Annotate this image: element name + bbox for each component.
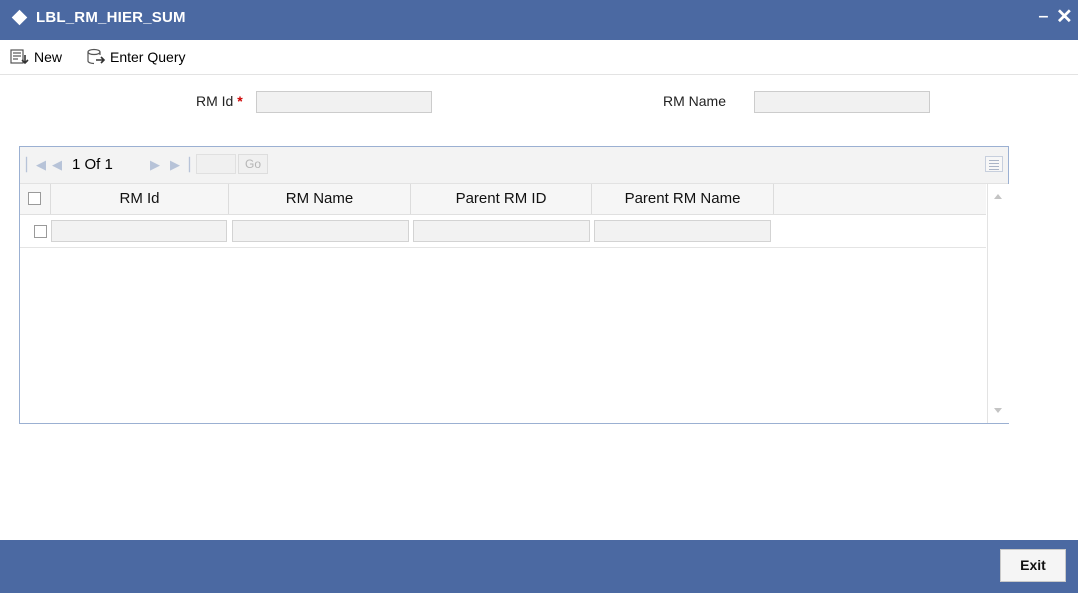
- new-button[interactable]: New: [10, 47, 62, 67]
- enter-query-label: Enter Query: [110, 49, 186, 65]
- scroll-down-icon[interactable]: [994, 408, 1002, 413]
- rm-name-label: RM Name: [663, 93, 727, 109]
- rm-id-input[interactable]: [256, 91, 432, 113]
- rm-id-cell[interactable]: [51, 220, 227, 242]
- new-record-icon: [10, 49, 29, 65]
- enter-query-icon: [87, 48, 106, 65]
- vertical-scrollbar[interactable]: [987, 184, 1009, 423]
- column-header-parent-rm-id[interactable]: Parent RM ID: [411, 184, 592, 214]
- next-page-icon[interactable]: ▶: [150, 157, 160, 173]
- pager: ▏◀ ◀ 1 Of 1 ▶ ▶▕ Go: [20, 147, 1008, 184]
- last-page-icon[interactable]: ▶▕: [170, 157, 190, 173]
- table-row: [20, 215, 986, 248]
- rm-name-input[interactable]: [754, 91, 930, 113]
- go-button[interactable]: Go: [238, 154, 268, 174]
- required-marker: *: [237, 93, 243, 109]
- diamond-icon: [11, 9, 28, 26]
- window-title: LBL_RM_HIER_SUM: [36, 9, 186, 26]
- table-header: RM Id RM Name Parent RM ID Parent RM Nam…: [20, 184, 986, 215]
- column-header-rm-id[interactable]: RM Id: [51, 184, 229, 214]
- first-page-icon[interactable]: ▏◀: [26, 157, 46, 173]
- column-header-rm-name[interactable]: RM Name: [229, 184, 411, 214]
- parent-rm-name-cell[interactable]: [594, 220, 771, 242]
- minimize-icon[interactable]: ‒: [1039, 8, 1048, 26]
- enter-query-button[interactable]: Enter Query: [86, 47, 185, 67]
- select-all-cell: [20, 184, 51, 214]
- page-number-input[interactable]: [196, 154, 236, 174]
- exit-button[interactable]: Exit: [1000, 549, 1066, 582]
- page-indicator: 1 Of 1: [72, 156, 113, 173]
- new-button-label: New: [34, 49, 63, 65]
- close-icon[interactable]: ✕: [1056, 4, 1073, 29]
- footer-bar: [0, 540, 1078, 593]
- scroll-up-icon[interactable]: [994, 194, 1002, 199]
- prev-page-icon[interactable]: ◀: [52, 157, 62, 173]
- toolbar: New Enter Query: [0, 40, 1078, 75]
- select-all-checkbox[interactable]: [28, 192, 41, 205]
- column-header-parent-rm-name[interactable]: Parent RM Name: [592, 184, 774, 214]
- rm-name-cell[interactable]: [232, 220, 409, 242]
- rm-id-label: RM Id *: [196, 93, 243, 109]
- parent-rm-id-cell[interactable]: [413, 220, 590, 242]
- row-checkbox[interactable]: [34, 225, 47, 238]
- column-chooser-icon[interactable]: [985, 156, 1003, 172]
- title-bar: LBL_RM_HIER_SUM ‒ ✕: [0, 0, 1078, 40]
- results-grid: ▏◀ ◀ 1 Of 1 ▶ ▶▕ Go RM Id RM Name Parent…: [19, 146, 1009, 424]
